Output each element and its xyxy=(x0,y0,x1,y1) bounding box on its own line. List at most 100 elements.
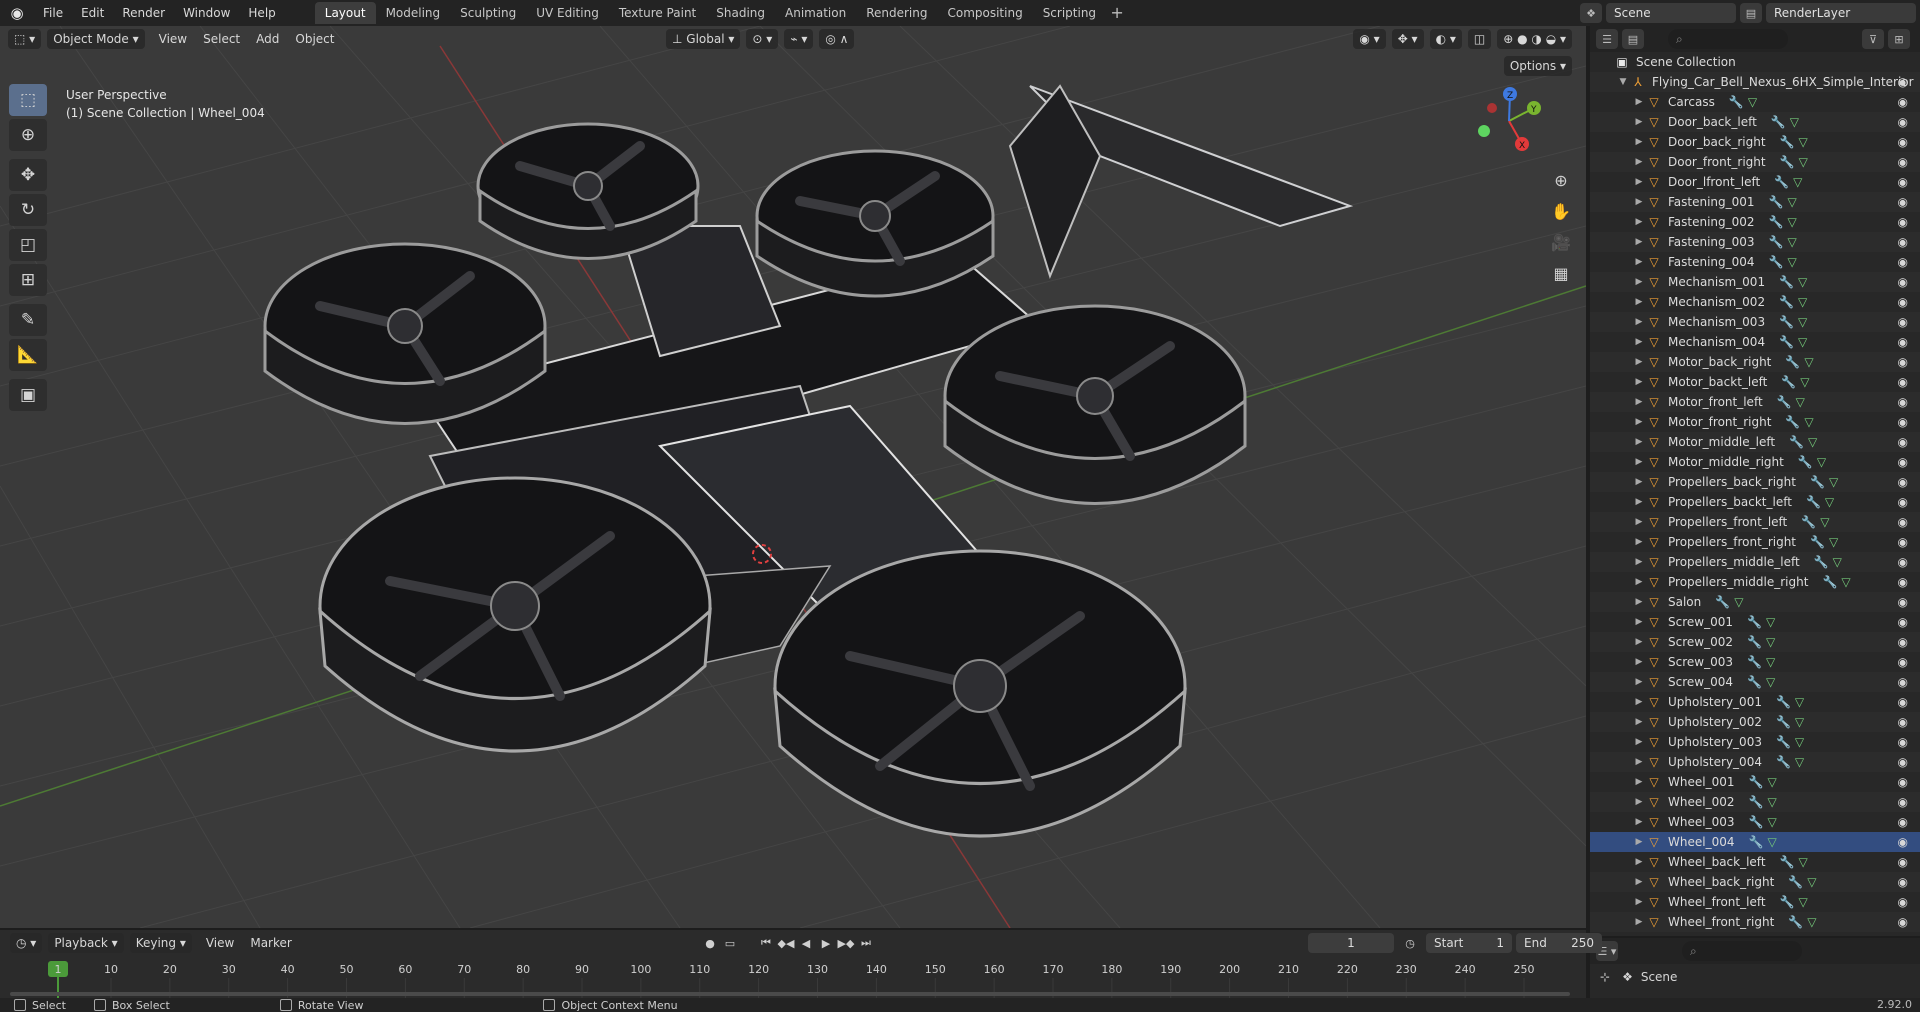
modifier-icon[interactable]: 🔧 xyxy=(1748,815,1767,829)
expand-arrow-icon[interactable]: ▶ xyxy=(1632,397,1646,407)
play-reverse-icon[interactable]: ◀ xyxy=(796,933,816,953)
expand-arrow-icon[interactable]: ▶ xyxy=(1632,837,1646,847)
menu-help[interactable]: Help xyxy=(239,2,284,24)
expand-arrow-icon[interactable]: ▶ xyxy=(1632,277,1646,287)
mode-selector[interactable]: Object Mode ▾ xyxy=(47,29,145,49)
eye-icon[interactable]: ◉ xyxy=(1898,75,1908,89)
expand-arrow-icon[interactable]: ▶ xyxy=(1632,917,1646,927)
add-workspace-button[interactable]: + xyxy=(1106,2,1128,24)
eye-icon[interactable]: ◉ xyxy=(1898,95,1908,109)
outliner-item[interactable]: ▶ ▽ Fastening_001 🔧 ▽ ◉ xyxy=(1590,192,1920,212)
eye-icon[interactable]: ◉ xyxy=(1898,635,1908,649)
pan-hand-icon[interactable]: ✋ xyxy=(1546,197,1576,225)
eye-icon[interactable]: ◉ xyxy=(1898,515,1908,529)
expand-arrow-icon[interactable]: ▶ xyxy=(1632,197,1646,207)
outliner-item[interactable]: ▶ ▽ Mechanism_004 🔧 ▽ ◉ xyxy=(1590,332,1920,352)
mesh-data-icon[interactable]: ▽ xyxy=(1748,95,1757,109)
expand-arrow-icon[interactable]: ▶ xyxy=(1632,797,1646,807)
tab-animation[interactable]: Animation xyxy=(775,2,856,24)
mesh-data-icon[interactable]: ▽ xyxy=(1804,415,1813,429)
mesh-data-icon[interactable]: ▽ xyxy=(1829,535,1838,549)
modifier-icon[interactable]: 🔧 xyxy=(1769,215,1788,229)
eye-icon[interactable]: ◉ xyxy=(1898,755,1908,769)
eye-icon[interactable]: ◉ xyxy=(1898,835,1908,849)
next-keyframe-icon[interactable]: ▶◆ xyxy=(836,933,856,953)
outliner-item[interactable]: ▶ ▽ Upholstery_002 🔧 ▽ ◉ xyxy=(1590,712,1920,732)
zoom-icon[interactable]: ⊕ xyxy=(1546,166,1576,194)
overlays-icon[interactable]: ◐ ▾ xyxy=(1429,29,1462,49)
modifier-icon[interactable]: 🔧 xyxy=(1781,375,1800,389)
mesh-data-icon[interactable]: ▽ xyxy=(1767,775,1776,789)
expand-arrow-icon[interactable]: ▶ xyxy=(1632,477,1646,487)
eye-icon[interactable]: ◉ xyxy=(1898,715,1908,729)
timeline-menu-marker[interactable]: Marker xyxy=(242,936,299,950)
eye-icon[interactable]: ◉ xyxy=(1898,655,1908,669)
outliner-item[interactable]: ▶ ▽ Propellers_backt_left 🔧 ▽ ◉ xyxy=(1590,492,1920,512)
eye-icon[interactable]: ◉ xyxy=(1898,135,1908,149)
mesh-data-icon[interactable]: ▽ xyxy=(1798,315,1807,329)
modifier-icon[interactable]: 🔧 xyxy=(1747,675,1766,689)
expand-arrow-icon[interactable]: ▶ xyxy=(1632,657,1646,667)
modifier-icon[interactable]: 🔧 xyxy=(1748,775,1767,789)
outliner-item[interactable]: ▶ ▽ Fastening_004 🔧 ▽ ◉ xyxy=(1590,252,1920,272)
modifier-icon[interactable]: 🔧 xyxy=(1769,235,1788,249)
rotate-tool[interactable]: ↻ xyxy=(9,194,47,226)
eye-icon[interactable]: ◉ xyxy=(1898,615,1908,629)
modifier-icon[interactable]: 🔧 xyxy=(1785,415,1804,429)
filter-icon[interactable]: ⊽ xyxy=(1862,29,1884,49)
expand-arrow-icon[interactable]: ▶ xyxy=(1632,317,1646,327)
eye-icon[interactable]: ◉ xyxy=(1898,415,1908,429)
mesh-data-icon[interactable]: ▽ xyxy=(1799,135,1808,149)
tab-texture-paint[interactable]: Texture Paint xyxy=(609,2,706,24)
expand-arrow-icon[interactable]: ▶ xyxy=(1632,697,1646,707)
editor-type-button[interactable]: ⬚ ▾ xyxy=(8,29,42,49)
collapse-arrow-icon[interactable]: ▼ xyxy=(1616,77,1630,87)
tab-sculpting[interactable]: Sculpting xyxy=(450,2,526,24)
viewport-menu-select[interactable]: Select xyxy=(195,32,248,46)
eye-icon[interactable]: ◉ xyxy=(1898,195,1908,209)
mesh-data-icon[interactable]: ▽ xyxy=(1798,855,1807,869)
pivot-icon[interactable]: ⊙ ▾ xyxy=(746,29,779,49)
eye-icon[interactable]: ◉ xyxy=(1898,675,1908,689)
expand-arrow-icon[interactable]: ▶ xyxy=(1632,297,1646,307)
blender-logo-icon[interactable]: ◉ xyxy=(0,0,34,26)
record-icon[interactable]: ● xyxy=(700,933,720,953)
outliner-item[interactable]: ▶ ▽ Mechanism_001 🔧 ▽ ◉ xyxy=(1590,272,1920,292)
timeline-menu-view[interactable]: View xyxy=(198,936,242,950)
modifier-icon[interactable]: 🔧 xyxy=(1780,895,1799,909)
perspective-grid-icon[interactable]: ▦ xyxy=(1546,259,1576,287)
view-layer-icon[interactable]: ▤ xyxy=(1740,3,1762,23)
camera-icon[interactable]: 🎥 xyxy=(1546,228,1576,256)
modifier-icon[interactable]: 🔧 xyxy=(1785,355,1804,369)
modifier-icon[interactable]: 🔧 xyxy=(1747,635,1766,649)
outliner-item[interactable]: ▶ ▽ Wheel_back_right 🔧 ▽ ◉ xyxy=(1590,872,1920,892)
expand-arrow-icon[interactable]: ▶ xyxy=(1632,97,1646,107)
outliner-item[interactable]: ▶ ▽ Screw_003 🔧 ▽ ◉ xyxy=(1590,652,1920,672)
visibility-icon[interactable]: ◉ ▾ xyxy=(1353,29,1386,49)
expand-arrow-icon[interactable]: ▶ xyxy=(1632,877,1646,887)
mesh-data-icon[interactable]: ▽ xyxy=(1767,815,1776,829)
modifier-icon[interactable]: 🔧 xyxy=(1776,755,1795,769)
end-frame-field[interactable]: End 250 xyxy=(1516,933,1602,953)
flying-car-model[interactable] xyxy=(263,84,1354,838)
modifier-icon[interactable]: 🔧 xyxy=(1776,715,1795,729)
3d-viewport[interactable]: ⬚ ▾ Object Mode ▾ View Select Add Object… xyxy=(0,26,1586,928)
preview-range-icon[interactable]: ◷ xyxy=(1400,933,1420,953)
outliner-item[interactable]: ▶ ▽ Propellers_middle_left 🔧 ▽ ◉ xyxy=(1590,552,1920,572)
menu-file[interactable]: File xyxy=(34,2,72,24)
mesh-data-icon[interactable]: ▽ xyxy=(1807,875,1816,889)
mesh-data-icon[interactable]: ▽ xyxy=(1807,915,1816,929)
gizmo-toggle-icon[interactable]: ✥ ▾ xyxy=(1391,29,1424,49)
expand-arrow-icon[interactable]: ▶ xyxy=(1632,777,1646,787)
expand-arrow-icon[interactable]: ▶ xyxy=(1632,737,1646,747)
eye-icon[interactable]: ◉ xyxy=(1898,535,1908,549)
jump-start-icon[interactable]: ⏮ xyxy=(756,933,776,953)
eye-icon[interactable]: ◉ xyxy=(1898,815,1908,829)
outliner-item[interactable]: ▶ ▽ Wheel_002 🔧 ▽ ◉ xyxy=(1590,792,1920,812)
mesh-data-icon[interactable]: ▽ xyxy=(1788,215,1797,229)
expand-arrow-icon[interactable]: ▶ xyxy=(1632,617,1646,627)
expand-arrow-icon[interactable]: ▶ xyxy=(1632,597,1646,607)
gizmo-neg-y-ball[interactable] xyxy=(1478,125,1490,137)
mesh-data-icon[interactable]: ▽ xyxy=(1795,715,1804,729)
outliner-item[interactable]: ▶ ▽ Mechanism_003 🔧 ▽ ◉ xyxy=(1590,312,1920,332)
